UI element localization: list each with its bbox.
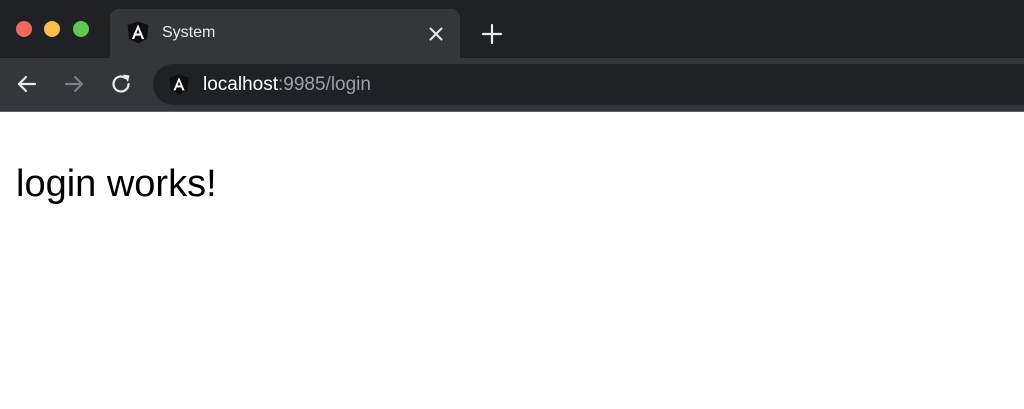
angular-icon [127, 21, 149, 44]
page-heading: login works! [16, 163, 217, 205]
zoom-window-button[interactable] [73, 21, 89, 37]
plus-icon[interactable] [480, 22, 504, 46]
arrow-right-icon[interactable] [61, 71, 87, 97]
reload-icon[interactable] [108, 71, 134, 97]
minimize-window-button[interactable] [44, 21, 60, 37]
angular-icon [169, 74, 189, 95]
close-icon[interactable] [426, 24, 446, 44]
toolbar: localhost:9985/login [0, 58, 1024, 111]
browser-window: System localhost:9985/login login works! [0, 0, 1024, 409]
tab-strip: System [0, 0, 1024, 58]
tab-system[interactable]: System [110, 9, 460, 58]
close-window-button[interactable] [16, 21, 32, 37]
address-path: :9985/login [278, 74, 371, 95]
page-content: login works! [0, 112, 1024, 409]
address-host: localhost [203, 74, 278, 95]
tab-title: System [162, 24, 216, 41]
arrow-left-icon[interactable] [14, 71, 40, 97]
address-bar[interactable]: localhost:9985/login [153, 64, 1024, 105]
address-url: localhost:9985/login [203, 74, 371, 96]
